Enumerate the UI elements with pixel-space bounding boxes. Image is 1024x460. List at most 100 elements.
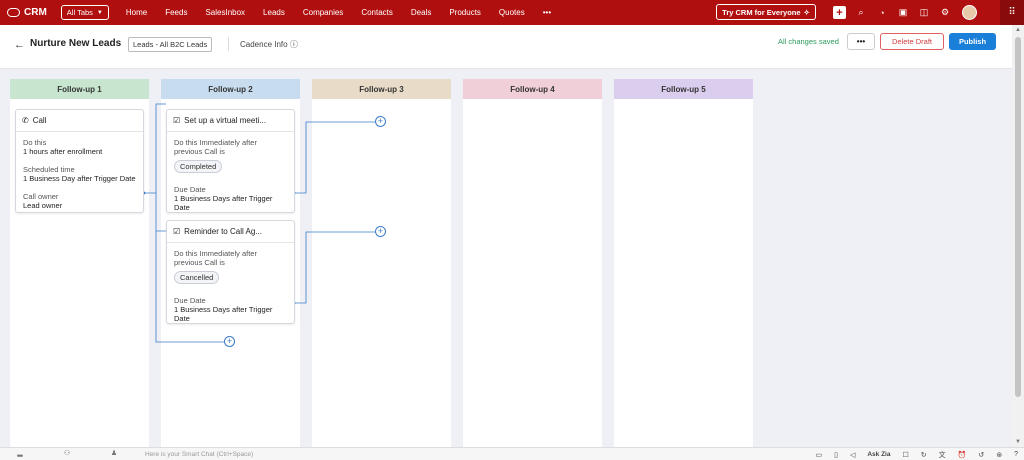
module-nav: Home Feeds SalesInbox Leads Companies Co… xyxy=(117,8,560,17)
cadence-board: Follow-up 1 Follow-up 2 Follow-up 3 Foll… xyxy=(0,69,1012,447)
nav-home[interactable]: Home xyxy=(126,8,147,17)
due-date-label: Due Date xyxy=(174,296,206,305)
card-title: Reminder to Call Ag... xyxy=(184,227,262,236)
try-crm-label: Try CRM for Everyone xyxy=(722,7,801,17)
ask-zia-button[interactable]: Ask Zia xyxy=(867,451,890,458)
status-badge: Cancelled xyxy=(174,271,220,284)
sparkle-icon: ✧ xyxy=(803,7,810,17)
scroll-down-icon[interactable]: ▼ xyxy=(1015,439,1021,445)
card-header: ✆ Call xyxy=(16,110,143,132)
connector-to-task-1 xyxy=(144,103,166,194)
crm-logo[interactable]: CRM xyxy=(7,7,47,18)
checklist-icon[interactable]: ☐ xyxy=(902,451,908,459)
nav-contacts[interactable]: Contacts xyxy=(361,8,393,17)
vertical-scrollbar[interactable]: ▲ ▼ xyxy=(1012,25,1024,447)
bell-icon[interactable]: ◔ xyxy=(876,7,888,19)
search-icon[interactable]: ⌕ xyxy=(855,7,867,19)
divider xyxy=(228,37,229,51)
nav-companies[interactable]: Companies xyxy=(303,8,343,17)
view-tag[interactable]: Leads - All B2C Leads xyxy=(128,37,213,52)
scheduled-value: 1 Business Day after Trigger Date xyxy=(23,174,136,183)
do-this-value: 1 hours after enrollment xyxy=(23,147,103,156)
help-icon[interactable]: ? xyxy=(1014,451,1018,458)
more-options-button[interactable]: ••• xyxy=(847,33,875,50)
contacts-icon[interactable]: ♟ xyxy=(109,450,119,458)
app-name: CRM xyxy=(24,7,47,18)
chats-icon[interactable]: ▂ xyxy=(15,450,25,458)
calendar-icon[interactable]: ▣ xyxy=(897,7,909,19)
add-step-button[interactable]: + xyxy=(375,116,386,127)
connector-task2-next xyxy=(294,231,375,304)
status-badge: Completed xyxy=(174,160,223,173)
card-title: Call xyxy=(32,116,47,125)
owner-value: Lead owner xyxy=(23,201,63,210)
nav-products[interactable]: Products xyxy=(449,8,481,17)
owner-label: Call owner xyxy=(23,192,59,201)
chevron-down-icon: ▼ xyxy=(96,9,103,16)
avatar[interactable] xyxy=(962,5,977,20)
connector-lines xyxy=(142,103,375,343)
bottom-tools: ▭ ▯ ◁ Ask Zia ☐ ↻ 文 ⏰ ↺ ⊛ ? xyxy=(803,448,1018,460)
nav-deals[interactable]: Deals xyxy=(411,8,431,17)
add-step-button[interactable]: + xyxy=(224,336,235,347)
nav-more[interactable]: ••• xyxy=(543,8,551,17)
add-step-button[interactable]: + xyxy=(375,226,386,237)
top-nav: CRM All Tabs ▼ Home Feeds SalesInbox Lea… xyxy=(0,0,1024,25)
notes-icon[interactable]: ▯ xyxy=(834,451,838,459)
create-plus-icon[interactable]: + xyxy=(833,6,846,19)
try-crm-button[interactable]: Try CRM for Everyone ✧ xyxy=(716,4,816,20)
card-title: Set up a virtual meeti... xyxy=(184,116,266,125)
all-tabs-dropdown[interactable]: All Tabs ▼ xyxy=(60,5,109,20)
condition-line-1: Do this Immediately after xyxy=(174,249,257,258)
checkbox-task-icon: ☑ xyxy=(173,227,181,236)
announce-icon[interactable]: ◁ xyxy=(850,451,855,459)
alarm-icon[interactable]: ⏰ xyxy=(958,451,967,459)
condition-line-2: previous Call is xyxy=(174,258,225,267)
apps-grid-icon[interactable]: ⠿ xyxy=(1000,0,1024,25)
due-date-line-1: 1 Business Days after Trigger xyxy=(174,305,273,314)
gear-icon[interactable]: ⚙ xyxy=(939,7,951,19)
save-status: All changes saved xyxy=(778,37,839,46)
card-header: ☑ Reminder to Call Ag... xyxy=(167,221,294,243)
scroll-up-icon[interactable]: ▲ xyxy=(1015,27,1021,33)
page-title: Nurture New Leads xyxy=(30,38,122,49)
task-card-1[interactable]: ☑ Set up a virtual meeti... Do this Imme… xyxy=(166,109,295,213)
translate-icon[interactable]: 文 xyxy=(939,450,946,460)
connector-task1-next xyxy=(294,121,375,194)
cadence-info-link[interactable]: Cadence Info ⓘ xyxy=(240,39,298,50)
due-date-line-2: Date xyxy=(174,203,190,212)
scheduled-label: Scheduled time xyxy=(23,165,75,174)
nav-feeds[interactable]: Feeds xyxy=(165,8,187,17)
all-tabs-label: All Tabs xyxy=(66,8,93,17)
condition-line-1: Do this Immediately after xyxy=(174,138,257,147)
accessibility-icon[interactable]: ⊛ xyxy=(996,451,1002,459)
history-icon[interactable]: ↺ xyxy=(978,451,984,459)
smart-chat-input[interactable]: Here is your Smart Chat (Ctrl+Space) xyxy=(145,451,253,458)
card-header: ☑ Set up a virtual meeti... xyxy=(167,110,294,132)
nav-salesinbox[interactable]: SalesInbox xyxy=(205,8,245,17)
page-header: ← Nurture New Leads Leads - All B2C Lead… xyxy=(0,25,1012,69)
delete-draft-button[interactable]: Delete Draft xyxy=(880,33,944,50)
channels-icon[interactable]: ⚇ xyxy=(62,450,72,458)
scroll-thumb[interactable] xyxy=(1015,37,1021,397)
connector-to-task-2 xyxy=(155,193,166,232)
task-card-2[interactable]: ☑ Reminder to Call Ag... Do this Immedia… xyxy=(166,220,295,324)
back-arrow-icon[interactable]: ← xyxy=(14,39,25,51)
inbox-icon[interactable]: ◫ xyxy=(918,7,930,19)
due-date-line-2: Date xyxy=(174,314,190,323)
chat-icon[interactable]: ▭ xyxy=(815,451,822,459)
crm-logo-icon xyxy=(7,8,20,17)
due-date-line-1: 1 Business Days after Trigger xyxy=(174,194,273,203)
publish-button[interactable]: Publish xyxy=(949,33,996,50)
checkbox-task-icon: ☑ xyxy=(173,116,181,125)
refresh-icon[interactable]: ↻ xyxy=(921,451,927,459)
nav-quotes[interactable]: Quotes xyxy=(499,8,525,17)
condition-line-2: previous Call is xyxy=(174,147,225,156)
due-date-label: Due Date xyxy=(174,185,206,194)
nav-leads[interactable]: Leads xyxy=(263,8,285,17)
bottom-bar: ▂ ⚇ ♟ Here is your Smart Chat (Ctrl+Spac… xyxy=(0,447,1024,460)
do-this-label: Do this xyxy=(23,138,47,147)
phone-icon: ✆ xyxy=(22,116,29,125)
call-card[interactable]: ✆ Call Do this 1 hours after enrollment … xyxy=(15,109,144,213)
nav-icons: + ⌕ ◔ ▣ ◫ ⚙ xyxy=(833,0,977,25)
